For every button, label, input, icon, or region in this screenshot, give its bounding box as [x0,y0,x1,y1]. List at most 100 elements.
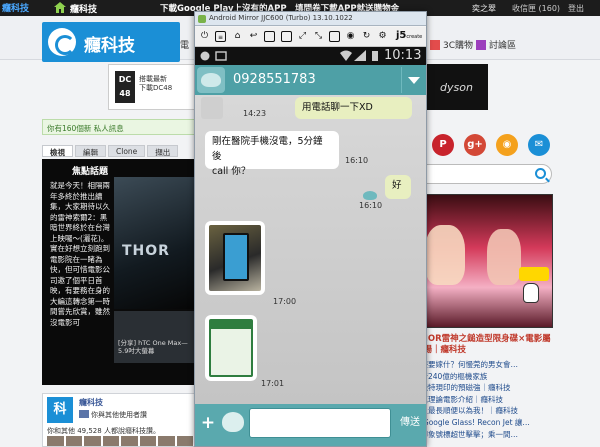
logo-mark-icon [48,28,76,56]
incoming-image-message[interactable] [205,221,265,295]
hand-pointer-icon [523,283,539,303]
outgoing-message[interactable]: 好 [385,175,411,199]
fan-avatar[interactable] [139,436,156,446]
incoming-message[interactable]: 剛在醫院手機沒電，5分鐘後 call 你？ [205,131,339,177]
tab-clone[interactable]: Clone [108,145,146,157]
nav-item-forum[interactable]: 討論區 [476,38,516,51]
game-character-image [425,225,465,285]
dc48-ad-text: 搭載最新 下載DC48 [139,75,173,92]
fan-faces-row [47,436,193,446]
private-message-notice[interactable]: 你有160個新 私人訊息 [42,119,196,135]
home-key-icon[interactable]: ⌂ [232,31,243,42]
related-thumbnail[interactable]: [分享] hTC One Max—5.9吋大螢幕 [114,311,196,363]
nav-forum-label: 討論區 [489,41,517,51]
message-time: 17:01 [261,379,285,388]
capture-icon[interactable] [329,31,340,42]
signal-icon [354,50,366,61]
message-time: 16:10 [359,201,383,210]
settings-icon[interactable]: ⚙ [377,31,388,42]
focus-topic-panel: 焦點話題 就是今天！相隔兩年多終於推出續集，大家期待以久的雷神索爾2：黑暗世界終… [42,159,196,385]
fanpage-logo[interactable]: 科 [47,397,73,423]
fan-count: 你和其他 49,528 人都說癮科技讚。 [47,427,160,435]
tab-view[interactable]: 檢視 [42,145,73,157]
inbox-link[interactable]: 收信匣 (160) [512,3,560,14]
fan-avatar[interactable] [121,436,138,446]
shrink-icon[interactable]: ⤡ [313,31,324,42]
chat-messages[interactable]: 用電話聊一下XD 14:23 剛在醫院手機沒電，5分鐘後 call 你？ 16:… [195,95,426,404]
incoming-image-message[interactable] [205,315,257,381]
phone-status-bar: 10:13 [195,47,426,65]
contact-message-avatar[interactable] [201,97,223,119]
fan-avatar[interactable] [176,436,193,446]
fanpage-name[interactable]: 癮科技 [79,397,103,408]
mirror-toolbar: ⏻ ≡ ⌂ ↩ ⤢ ⤡ ◉ ↻ ⚙ j5create [195,27,426,47]
screenshot-thumbnail [209,319,253,377]
fan-avatar[interactable] [47,436,64,446]
message-time: 16:10 [345,156,369,165]
phone-clock: 10:13 [384,48,422,63]
site-logo[interactable]: 癮科技 [42,22,180,62]
dc48-ad[interactable]: DC 48 搭載最新 下載DC48 [108,64,208,110]
pinterest-icon[interactable]: P [432,134,454,156]
power-icon[interactable]: ⏻ [199,31,210,42]
contact-avatar[interactable] [197,67,225,93]
logout-link[interactable]: 登出 [568,3,584,14]
window-icon[interactable] [281,31,292,42]
game-character-image [487,229,521,285]
mirror-window-title: Android Mirror JJC600 (Turbo) 13.10.1022 [209,14,353,22]
site-name-link[interactable]: 癮科技 [70,2,97,15]
nav-item-partial[interactable]: 電 [180,38,189,51]
google-plus-icon[interactable]: g+ [464,134,486,156]
game-play-button[interactable] [519,267,549,281]
thor-poster-title: THOR [122,243,170,259]
add-attachment-button[interactable]: + [198,412,218,434]
focus-topic-heading: 焦點話題 [72,167,109,177]
tab-extract[interactable]: 擷出 [147,145,179,157]
rss-icon[interactable]: ◉ [496,134,518,156]
nav-3c-label: 3C購物 [443,41,474,51]
forum-icon [476,40,486,50]
screen-icon[interactable] [264,31,275,42]
brand-link[interactable]: 癮科技 [2,1,29,14]
phone-photo-thumbnail [209,225,261,291]
user-link[interactable]: 奕之翠 [472,3,496,14]
thumbnail-caption: [分享] hTC One Max—5.9吋大螢幕 [118,339,188,355]
face-notification-icon [200,51,210,61]
home-icon[interactable] [54,2,66,13]
outgoing-message[interactable]: 用電話聊一下XD [295,97,412,119]
android-app-icon [198,15,206,23]
message-input[interactable] [249,408,391,438]
back-key-icon[interactable]: ↩ [248,31,259,42]
dyson-logo-text: dyson [440,81,473,94]
fan-avatar[interactable] [102,436,119,446]
chat-input-bar: + 傳送 [195,404,426,446]
rotate-icon[interactable]: ↻ [361,31,372,42]
nav-item-3c-shopping[interactable]: 3C購物 [430,38,473,51]
dc48-logo: DC 48 [115,71,135,103]
fullscreen-icon[interactable]: ⤢ [297,31,308,42]
facebook-fan-box: 科 癮科技 你與其他使用者讚 你和其他 49,528 人都說癮科技讚。 [42,393,196,447]
tab-edit[interactable]: 編輯 [75,145,106,157]
record-icon[interactable]: ◉ [345,31,356,42]
like-button[interactable]: 你與其他使用者讚 [79,410,147,420]
thor-poster-image[interactable]: THOR [114,177,196,309]
menu-key-icon[interactable]: ≡ [215,31,226,42]
image-notification-icon [215,51,227,61]
sticker-icon[interactable] [222,412,244,432]
chat-menu-button[interactable] [401,67,425,93]
fan-avatar[interactable] [158,436,175,446]
like-text: 你與其他使用者讚 [91,411,147,419]
focus-topic-text: 就是今天！相隔兩年多終於推出續集，大家期待以久的雷神索爾2：黑暗世界終於在台灣上… [50,181,110,327]
mirror-title-bar[interactable]: Android Mirror JJC600 (Turbo) 13.10.1022 [195,12,426,26]
mail-icon[interactable]: ✉ [528,134,550,156]
j5-logo-sub: create [406,34,423,40]
logo-text: 癮科技 [84,36,135,56]
fan-avatar[interactable] [65,436,82,446]
contact-phone-number: 0928551783 [233,72,316,87]
fan-avatar[interactable] [84,436,101,446]
read-indicator-icon [363,191,377,200]
message-time: 14:23 [243,109,267,118]
search-icon[interactable] [535,168,546,179]
android-mirror-window[interactable]: Android Mirror JJC600 (Turbo) 13.10.1022… [194,11,427,447]
send-button[interactable]: 傳送 [395,412,425,434]
